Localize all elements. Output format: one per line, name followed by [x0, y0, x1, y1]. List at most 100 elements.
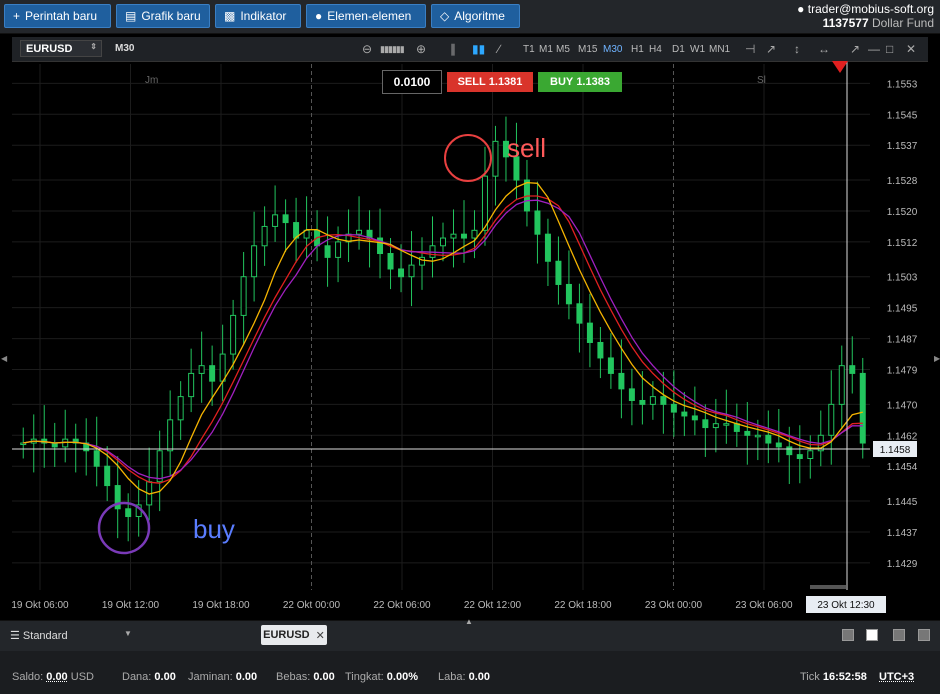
candle-body — [712, 423, 719, 429]
diamond-icon: ◇ — [440, 9, 450, 23]
candle-body — [219, 353, 226, 382]
candle-body — [408, 264, 415, 278]
account-number: 1137577 — [822, 16, 869, 30]
new-chart-button[interactable]: ▤ Grafik baru — [116, 4, 210, 28]
collapse-panel-icon[interactable]: ▲ — [465, 617, 473, 626]
buy-circle — [97, 501, 151, 555]
y-tick-label: 1.1429 — [887, 559, 918, 570]
y-tick-label: 1.1437 — [887, 528, 918, 539]
layout-single-icon[interactable] — [842, 629, 854, 641]
candle-body — [775, 442, 782, 448]
lot-size-input[interactable]: 0.0100 — [382, 70, 442, 94]
x-tick-label: 19 Okt 06:00 — [11, 600, 69, 611]
menu-icon: ☰ — [10, 630, 23, 642]
close-tab-icon[interactable]: ✕ — [316, 629, 325, 642]
candle-body — [576, 303, 583, 324]
candle-body — [93, 450, 100, 467]
y-tick-label: 1.1528 — [887, 176, 918, 187]
candle-body — [104, 465, 111, 487]
candle-body — [670, 403, 677, 413]
candle-body — [209, 365, 216, 382]
bebas-status: Bebas: 0.00 — [276, 671, 335, 683]
tab-eurusd[interactable]: EURUSD ✕ — [261, 625, 327, 645]
jaminan-status: Jaminan: 0.00 — [188, 671, 258, 683]
y-tick-label: 1.1495 — [887, 304, 918, 315]
y-tick-label: 1.1520 — [887, 207, 918, 218]
candle-body — [859, 372, 866, 444]
candle-body — [471, 229, 478, 239]
y-tick-label: 1.1545 — [887, 110, 918, 121]
account-info[interactable]: ● trader@mobius-soft.org 1137577 Dollar … — [797, 2, 934, 30]
new-order-button[interactable]: + Perintah baru — [4, 4, 111, 28]
timezone-select[interactable]: UTC+3 — [879, 671, 914, 683]
x-tick-label: 23 Okt 00:00 — [645, 600, 703, 611]
candle-body — [607, 357, 614, 374]
candle-body — [177, 396, 184, 421]
candle-body — [838, 365, 845, 405]
laba-status: Laba: 0.00 — [438, 671, 491, 683]
candle-body — [324, 245, 331, 258]
x-tick-label: 22 Okt 18:00 — [554, 600, 612, 611]
candle-body — [628, 388, 635, 401]
candle-body — [240, 276, 247, 316]
candle-body — [398, 268, 405, 278]
algorithm-button[interactable]: ◇ Algoritme — [431, 4, 520, 28]
price-chart[interactable]: 1.1553 1.1545 1.1537 1.1528 1.1520 1.1512 1.15… — [0, 34, 940, 620]
period-marker-icon — [832, 61, 848, 73]
candle-body — [356, 229, 363, 235]
user-icon: ● — [797, 2, 808, 16]
current-price-value: 1.1458 — [880, 445, 911, 456]
candle-body — [440, 237, 446, 247]
candle-body — [272, 214, 279, 227]
indicator-button[interactable]: ▩ Indikator — [215, 4, 301, 28]
x-tick-label: 22 Okt 00:00 — [283, 600, 341, 611]
x-tick-label: 22 Okt 06:00 — [373, 600, 431, 611]
y-tick-label: 1.1454 — [887, 462, 918, 473]
y-tick-label: 1.1445 — [887, 497, 918, 508]
plus-icon: + — [13, 9, 21, 23]
x-tick-label: 19 Okt 12:00 — [102, 600, 160, 611]
y-tick-label: 1.1537 — [887, 141, 918, 152]
candle-body — [450, 233, 457, 239]
saldo-status: Saldo: 0.00 USD — [12, 671, 94, 683]
candle-body — [597, 341, 604, 359]
buy-button[interactable]: BUY 1.1383 — [538, 72, 622, 92]
layout-grid-icon[interactable] — [866, 629, 878, 641]
sell-annotation: sell — [507, 133, 546, 163]
sell-button[interactable]: SELL 1.1381 — [447, 72, 533, 92]
top-toolbar: + Perintah baru ▤ Grafik baru ▩ Indikator ●… — [0, 0, 940, 34]
chevron-down-icon[interactable]: ▼ — [124, 629, 132, 638]
candle-body — [691, 415, 698, 421]
candle-body — [335, 241, 342, 258]
layout-columns-icon[interactable] — [893, 629, 905, 641]
candle-body — [639, 399, 646, 405]
candle-body — [555, 260, 562, 285]
layout-menu[interactable]: ☰ Standard — [10, 629, 68, 642]
candle-body — [156, 450, 163, 483]
layout-rows-icon[interactable] — [918, 629, 930, 641]
x-tick-label: 22 Okt 12:00 — [464, 600, 522, 611]
y-tick-label: 1.1512 — [887, 238, 918, 249]
chart-icon: ▤ — [125, 9, 137, 23]
account-fund: Dollar Fund — [871, 16, 934, 30]
elements-button[interactable]: ● Elemen-elemen — [306, 4, 426, 28]
candle-body — [481, 175, 488, 231]
chart-window: ◀ ▶ EURUSD ⇕ M30 ⊖ ▮▮▮▮▮▮ ⊕ ∥ ▮▮ ∕ T1 M1 M5… — [0, 34, 940, 620]
candle-body — [544, 233, 551, 262]
x-tick-label: 19 Okt 18:00 — [192, 600, 250, 611]
candle-body — [765, 434, 772, 444]
chart-scrollbar[interactable] — [810, 585, 846, 589]
candle-body — [649, 396, 656, 405]
candle-body — [261, 225, 268, 247]
candle-body — [618, 372, 625, 390]
account-email: trader@mobius-soft.org — [807, 2, 934, 16]
session-label: Sl — [757, 75, 766, 86]
session-label: Jm — [145, 75, 158, 86]
candle-body — [744, 430, 751, 436]
y-tick-label: 1.1553 — [887, 79, 918, 90]
candle-body — [282, 214, 289, 224]
candle-body — [198, 365, 205, 374]
x-tick-label: 23 Okt 06:00 — [735, 600, 793, 611]
candle-body — [681, 411, 688, 417]
candle-body — [387, 253, 394, 270]
